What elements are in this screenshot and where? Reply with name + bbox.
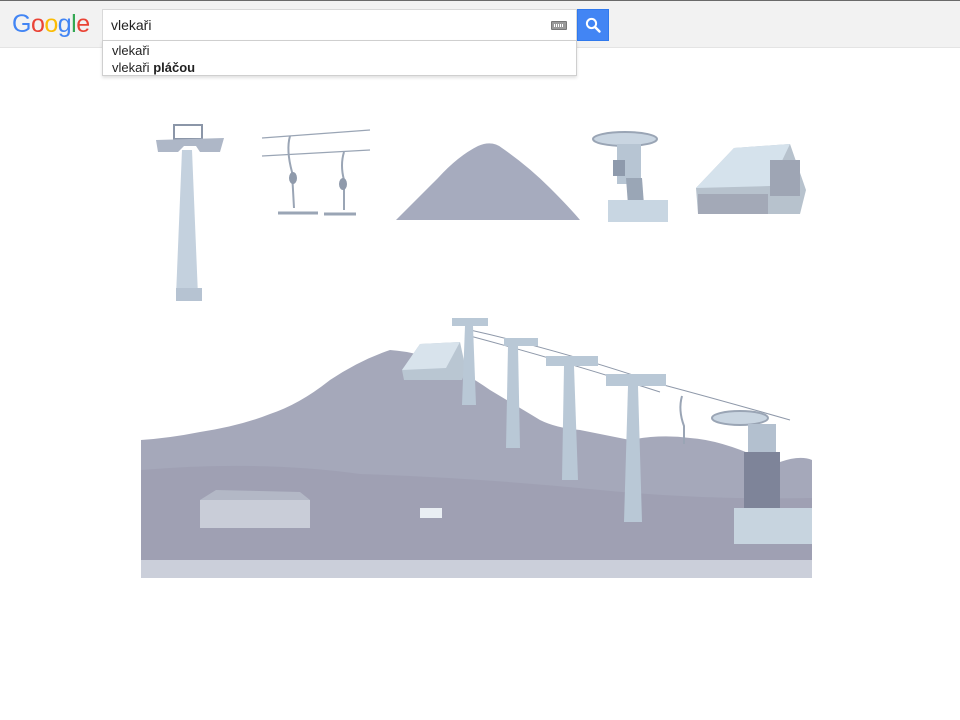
suggestion-item[interactable]: vlekaři pláčou — [112, 60, 195, 76]
logo-letter: o — [44, 10, 58, 38]
suggestion-dropdown: vlekaři vlekaři pláčou — [102, 40, 577, 76]
suggestion-item[interactable]: vlekaři — [112, 43, 150, 59]
search-input[interactable] — [111, 10, 541, 40]
suggestion-prefix: vlekaři — [112, 43, 150, 58]
suggestion-prefix: vlekaři — [112, 60, 150, 75]
search-icon — [585, 17, 601, 33]
hut-icon — [696, 144, 806, 214]
illustration — [141, 124, 812, 578]
suggestion-completion: pláčou — [153, 60, 196, 75]
lift-station-icon — [592, 131, 668, 222]
google-logo[interactable]: Google — [12, 10, 90, 39]
t-bar-lift-icon — [261, 129, 371, 216]
lift-tower-icon — [156, 124, 224, 301]
search-box — [102, 9, 577, 41]
logo-letter: g — [57, 10, 72, 38]
logo-letter: G — [12, 10, 31, 38]
logo-letter: e — [76, 10, 90, 38]
logo-letter: o — [30, 10, 45, 38]
keyboard-icon[interactable] — [551, 21, 567, 30]
composite-scene — [141, 318, 812, 578]
search-button[interactable] — [577, 9, 609, 41]
hill-icon — [396, 143, 580, 220]
